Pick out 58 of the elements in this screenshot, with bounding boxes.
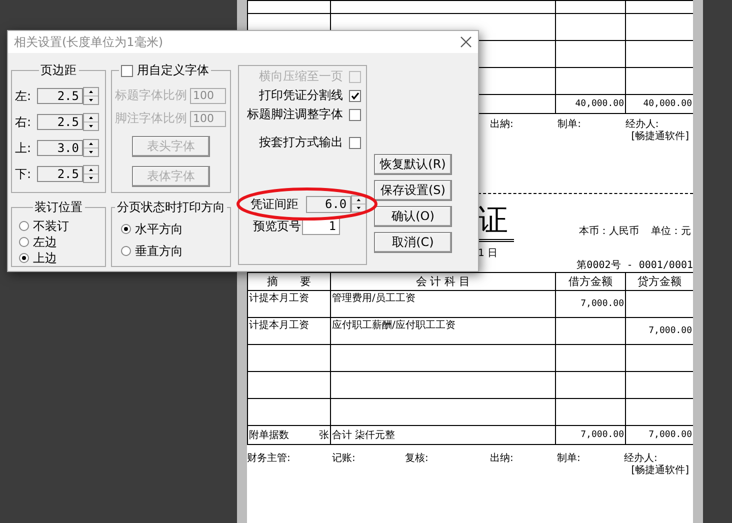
column-header: 摘 要 [248,272,330,290]
group-title: 页边距 [40,62,76,79]
radio-label[interactable]: 垂直方向 [135,242,183,260]
input-field[interactable]: 6.0 [306,196,351,212]
table-cell: 合计 柒仟元整 [330,426,556,444]
table-cell: 40,000.00 [556,94,626,114]
radio-label[interactable]: 水平方向 [135,220,183,238]
signature-label: 经办人: [625,118,660,129]
radio-label[interactable]: 左边 [33,234,57,250]
signature-label: 记账: [332,452,356,463]
dialog-title: 相关设置(长度单位为1毫米) [14,34,163,50]
software-label: [畅捷通软件] [631,465,689,476]
signature-label: 财务主管: [247,452,292,463]
field-label: 上: [15,140,32,156]
signature-label: 出纳: [490,452,514,463]
table-cell: 应付职工薪酬/应付职工工资 [330,318,556,344]
field-label: 右: [15,114,32,130]
checkbox-label[interactable]: 按套打方式输出 [259,134,343,151]
table-cell: 计提本月工资 [248,318,330,344]
table-cell: 管理费用/员工工资 [330,290,556,318]
radio-label[interactable]: 上边 [33,250,57,266]
checkbox-label[interactable]: 标题脚注调整字体 [247,106,343,123]
signature-label: 出納: [490,118,514,129]
signature-label: 复核: [405,452,430,463]
table-cell: 计提本月工资 [248,290,330,318]
dialog-button[interactable]: 恢复默认(R) [374,154,452,175]
group-title: 装订位置 [34,199,82,216]
field-label: 预览页号 [252,218,301,234]
dialog-button[interactable]: 保存设置(S) [374,180,452,201]
attachments-unit: 张 [319,428,329,442]
field-label: 标题字体比例 [115,87,187,104]
input-field[interactable]: 2.5 [37,88,83,104]
signature-label: 经办人: [624,452,658,463]
date-label: 1 日 [478,247,499,260]
signature-label: 制单: [558,118,582,129]
radio-label[interactable]: 不装订 [33,218,69,234]
checkbox-label[interactable]: 用自定义字体 [137,62,209,79]
software-label: [畅捷通软件] [631,131,689,142]
dialog-button[interactable]: 确认(O) [374,206,452,227]
column-header: 会 计 科 目 [330,272,556,290]
signature-label: 制单: [557,452,582,463]
field-label: 左: [15,88,32,104]
input-field[interactable]: 2.5 [37,114,83,130]
table-cell: 7,000.00 [556,290,626,318]
input-field[interactable]: 3.0 [37,140,83,156]
input-field[interactable]: 2.5 [37,166,83,182]
group-title: 分页状态时打印方向 [117,199,225,216]
field-label: 脚注字体比例 [115,110,187,127]
table-cell: 7,000.00 [556,426,626,444]
column-header: 借方金额 [556,272,626,290]
field-label: 下: [15,166,32,182]
checkbox-label[interactable]: 打印凭证分割线 [259,87,343,104]
dialog-button[interactable]: 取消(C) [374,232,452,253]
attachments-label: 附单据数 [249,428,289,442]
unit-label: 单位：元 [651,224,691,238]
currency-label: 本币：人民币 [579,224,639,238]
voucher-number: 第0002号 - 0001/0001 [576,259,693,272]
field-label: 凭证间距 [249,196,298,212]
